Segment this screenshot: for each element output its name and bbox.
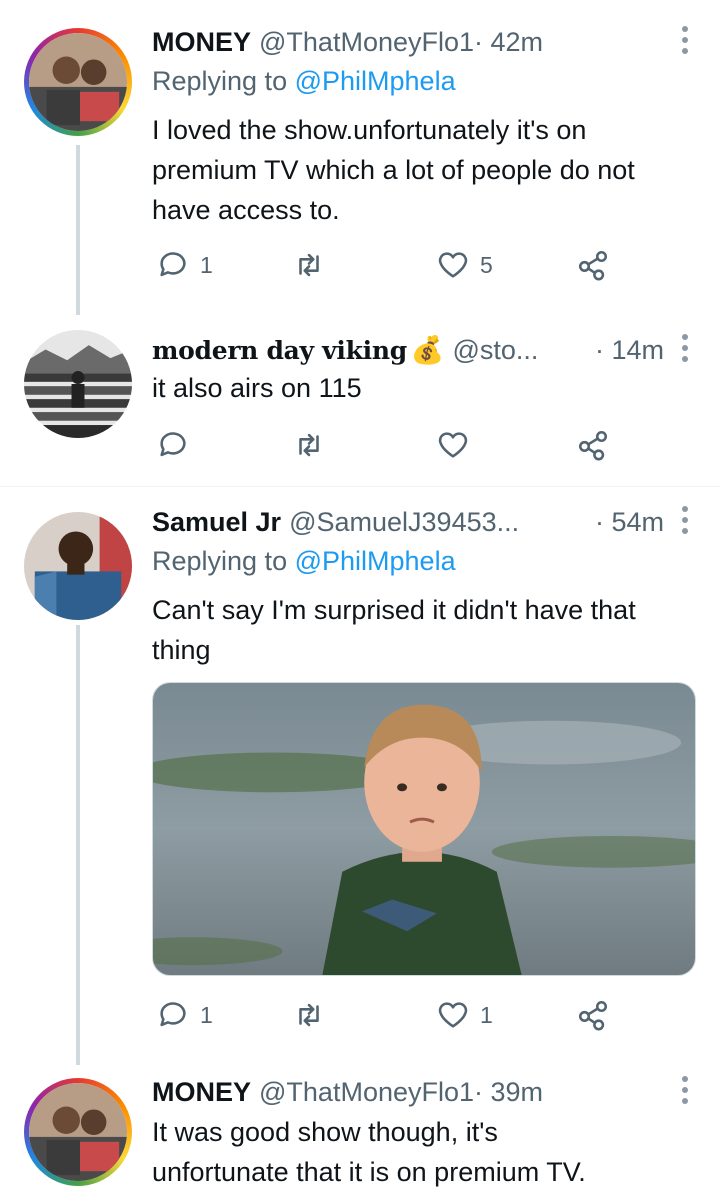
- display-name[interactable]: Samuel Jr: [152, 507, 281, 538]
- like-button[interactable]: [436, 428, 470, 462]
- display-name[interactable]: MONEY: [152, 1077, 251, 1108]
- replying-to: Replying to @PhilMphela: [152, 66, 456, 96]
- more-options-icon[interactable]: [680, 1076, 690, 1104]
- avatar[interactable]: [24, 1078, 132, 1186]
- tweet-text: Can't say I'm surprised it didn't have t…: [152, 595, 636, 665]
- reply-button[interactable]: 1: [156, 248, 213, 282]
- reply-icon: [160, 1002, 186, 1027]
- tweet-actions: 1 1: [152, 998, 622, 1038]
- avatar-image: [24, 512, 132, 620]
- like-button[interactable]: 5: [436, 248, 493, 282]
- more-options-icon[interactable]: [680, 506, 690, 534]
- tweet-header: Samuel Jr @SamuelJ39453... · 54m: [152, 500, 700, 544]
- reply-icon: [160, 432, 186, 457]
- share-button[interactable]: [576, 428, 610, 462]
- avatar[interactable]: [24, 512, 132, 620]
- retweet-icon: [299, 1003, 319, 1027]
- tweet-text: It was good show though, it's unfortunat…: [152, 1117, 586, 1187]
- tweet-text: it also airs on 115: [152, 373, 362, 403]
- reply-icon: [160, 252, 186, 277]
- share-button[interactable]: [576, 248, 610, 282]
- avatar[interactable]: [24, 28, 132, 136]
- like-count: 5: [480, 251, 493, 278]
- more-options-icon[interactable]: [680, 26, 690, 54]
- replying-to: Replying to @PhilMphela: [152, 546, 456, 576]
- photo-icon: [153, 683, 695, 975]
- tweet[interactable]: MONEY @ThatMoneyFlo1 · 42m Replying to @…: [0, 20, 720, 310]
- timestamp[interactable]: · 14m: [595, 335, 664, 366]
- mention-link[interactable]: @PhilMphela: [295, 66, 456, 96]
- tweet[interactable]: modern day viking 💰 @sto... · 14m it als…: [0, 328, 720, 478]
- timestamp[interactable]: · 54m: [595, 507, 664, 538]
- reply-count: 1: [200, 1001, 213, 1028]
- avatar-image: [24, 330, 132, 438]
- retweet-icon: [299, 433, 319, 457]
- timestamp[interactable]: · 39m: [474, 1077, 543, 1108]
- avatar-image: [29, 1083, 127, 1181]
- avatar-image: [29, 33, 127, 131]
- reply-count: 1: [200, 251, 213, 278]
- tweet-photo[interactable]: [152, 682, 696, 976]
- display-name[interactable]: modern day viking: [152, 336, 407, 365]
- more-options-icon[interactable]: [680, 334, 690, 362]
- timestamp[interactable]: · 42m: [474, 27, 543, 58]
- reply-button[interactable]: 1: [156, 998, 213, 1032]
- username[interactable]: @ThatMoneyFlo1: [259, 1077, 474, 1108]
- divider: [0, 486, 720, 487]
- tweet-header: MONEY @ThatMoneyFlo1 · 39m: [152, 1070, 700, 1114]
- share-button[interactable]: [576, 998, 610, 1032]
- tweet-header: modern day viking 💰 @sto... · 14m: [152, 328, 700, 372]
- retweet-button[interactable]: [292, 248, 336, 282]
- heart-icon: [438, 432, 468, 458]
- tweet-actions: [152, 428, 622, 468]
- tweet-header: MONEY @ThatMoneyFlo1 · 42m: [152, 20, 700, 64]
- money-bag-emoji: 💰: [410, 335, 445, 365]
- heart-icon: [438, 252, 468, 278]
- username[interactable]: @sto...: [453, 335, 539, 366]
- heart-icon: [438, 1002, 468, 1028]
- username[interactable]: @ThatMoneyFlo1: [259, 27, 474, 58]
- like-button[interactable]: 1: [436, 998, 493, 1032]
- retweet-icon: [299, 253, 319, 277]
- retweet-button[interactable]: [292, 428, 326, 462]
- share-icon: [578, 1000, 608, 1031]
- tweet-text: I loved the show.unfortunately it's on p…: [152, 115, 635, 225]
- retweet-button[interactable]: [292, 998, 336, 1032]
- tweet-actions: 1 5: [152, 248, 622, 288]
- share-icon: [578, 430, 608, 461]
- tweet[interactable]: MONEY @ThatMoneyFlo1 · 39m It was good s…: [0, 1070, 720, 1190]
- mention-link[interactable]: @PhilMphela: [295, 546, 456, 576]
- share-icon: [578, 250, 608, 281]
- username[interactable]: @SamuelJ39453...: [289, 507, 519, 538]
- avatar[interactable]: [24, 330, 132, 438]
- reply-button[interactable]: [156, 428, 190, 462]
- display-name[interactable]: MONEY: [152, 27, 251, 58]
- like-count: 1: [480, 1001, 493, 1028]
